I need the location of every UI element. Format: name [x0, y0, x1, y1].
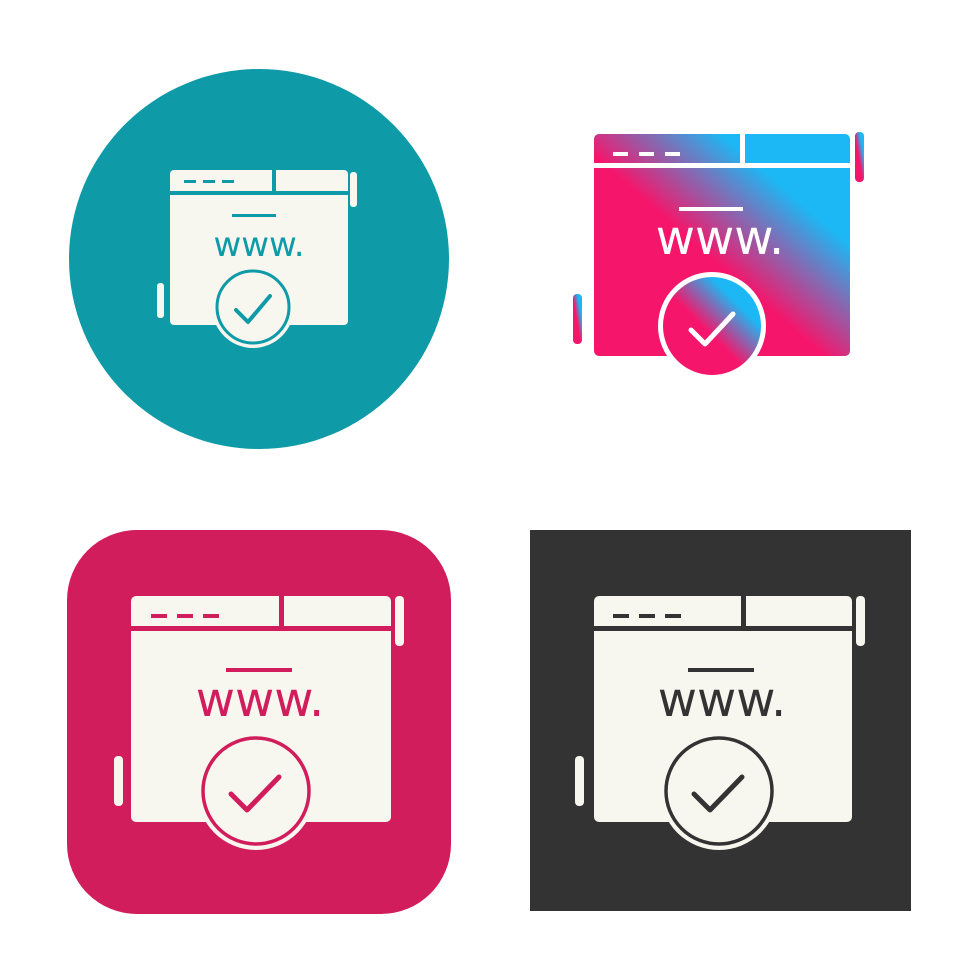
www-text: www. — [213, 225, 304, 265]
www-text: www. — [658, 672, 787, 728]
www-text: www. — [196, 672, 325, 728]
dark-square-svg: www. — [530, 530, 911, 911]
check-circle-icon — [660, 732, 778, 850]
teal-circle-svg: www. — [69, 69, 449, 449]
website-verified-icon-teal-circle: www. — [0, 0, 490, 490]
website-verified-icon-gradient: www. — [490, 0, 980, 490]
www-text: www. — [656, 210, 785, 266]
gradient-glyph-svg: www. — [573, 132, 864, 380]
check-circle-icon — [658, 272, 766, 380]
check-circle-icon — [197, 732, 315, 850]
website-verified-icon-dark-square: www. — [490, 490, 980, 980]
website-verified-icon-pink-square: www. — [0, 490, 490, 980]
check-circle-icon — [212, 266, 294, 348]
pink-square-svg: www. — [67, 530, 451, 914]
